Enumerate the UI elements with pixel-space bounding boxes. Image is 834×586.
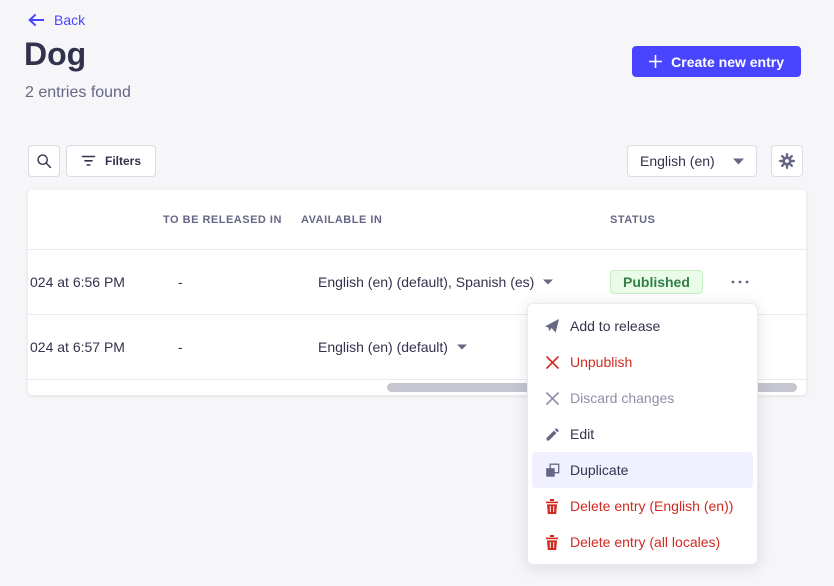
search-icon [36,153,52,169]
menu-item-label: Duplicate [570,462,628,478]
filters-button-label: Filters [105,154,141,168]
cell-updated-date: 024 at 6:57 PM [30,339,125,355]
menu-item-edit[interactable]: Edit [532,416,753,452]
search-button[interactable] [28,145,60,177]
cell-to-be-released-in: - [178,339,183,355]
filter-icon [81,155,96,167]
available-locales-text: English (en) (default), Spanish (es) [318,274,534,290]
cell-available-in[interactable]: English (en) (default) [318,339,467,355]
entries-count: 2 entries found [25,84,131,102]
row-actions-menu: Add to release Unpublish Discard changes… [527,303,758,565]
column-header-status: STATUS [610,214,655,226]
cell-updated-date: 024 at 6:56 PM [30,274,125,290]
more-dots-icon [731,280,749,284]
column-header-to-be-released-in: TO BE RELEASED IN [163,214,282,226]
create-new-entry-button[interactable]: Create new entry [632,46,801,77]
plus-icon [649,55,662,68]
trash-icon [544,534,560,550]
chevron-down-icon [733,158,744,165]
menu-item-delete-entry-all-locales[interactable]: Delete entry (all locales) [532,524,753,560]
pencil-icon [544,426,560,442]
create-new-entry-label: Create new entry [671,54,784,70]
back-link[interactable]: Back [28,12,85,28]
available-locales-text: English (en) (default) [318,339,448,355]
paper-plane-icon [544,318,560,334]
settings-button[interactable] [771,145,803,177]
filters-button[interactable]: Filters [66,145,156,177]
back-link-label: Back [54,12,85,28]
cross-icon [544,390,560,406]
menu-item-unpublish[interactable]: Unpublish [532,344,753,380]
menu-item-discard-changes[interactable]: Discard changes [532,380,753,416]
table-header-row: TO BE RELEASED IN AVAILABLE IN STATUS [28,190,806,250]
status-badge: Published [610,270,703,294]
menu-item-add-to-release[interactable]: Add to release [532,308,753,344]
menu-item-label: Unpublish [570,354,632,370]
menu-item-delete-entry-english[interactable]: Delete entry (English (en)) [532,488,753,524]
cross-icon [544,354,560,370]
cell-to-be-released-in: - [178,274,183,290]
menu-item-label: Edit [570,426,594,442]
trash-icon [544,498,560,514]
column-header-available-in: AVAILABLE IN [301,214,382,226]
menu-item-duplicate[interactable]: Duplicate [532,452,753,488]
locale-select-value: English (en) [640,153,715,169]
row-actions-button[interactable] [726,270,754,294]
duplicate-icon [544,462,560,478]
back-arrow-icon [28,13,45,27]
caret-down-icon [543,279,553,285]
menu-item-label: Discard changes [570,390,674,406]
menu-item-label: Add to release [570,318,660,334]
locale-select[interactable]: English (en) [627,145,757,177]
menu-item-label: Delete entry (English (en)) [570,498,733,514]
menu-item-label: Delete entry (all locales) [570,534,720,550]
cell-available-in[interactable]: English (en) (default), Spanish (es) [318,274,553,290]
caret-down-icon [457,344,467,350]
page-title: Dog [24,36,86,73]
gear-icon [778,152,796,170]
